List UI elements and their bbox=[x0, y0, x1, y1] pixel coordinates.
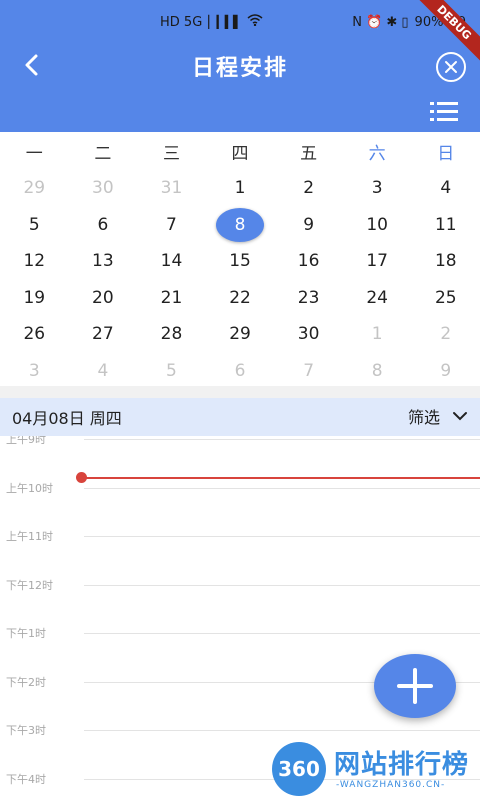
calendar-day[interactable]: 14 bbox=[137, 243, 206, 279]
calendar-day[interactable]: 22 bbox=[206, 280, 275, 316]
calendar-day[interactable]: 29 bbox=[0, 170, 69, 206]
page-title: 日程安排 bbox=[191, 56, 288, 81]
hour-line bbox=[84, 487, 480, 489]
current-time-line bbox=[84, 477, 480, 479]
hour-line bbox=[84, 584, 480, 586]
filter-label: 筛选 bbox=[407, 408, 440, 427]
weekday-label: 四 bbox=[231, 143, 249, 164]
calendar-day[interactable]: 8 bbox=[343, 353, 412, 389]
weekday-header: 一二三四五六日 bbox=[0, 132, 480, 170]
weekday-label: 五 bbox=[300, 143, 318, 164]
calendar-day[interactable]: 24 bbox=[343, 280, 412, 316]
calendar-day[interactable]: 20 bbox=[69, 280, 138, 316]
calendar-day[interactable]: 3 bbox=[0, 353, 69, 389]
hour-label: 下午2时 bbox=[6, 675, 46, 689]
calendar-day[interactable]: 11 bbox=[411, 207, 480, 243]
watermark-name: 网站排行榜 bbox=[334, 750, 470, 780]
month-calendar: 一二三四五六日 29 30 31 1 2 3 4 5 6 7 8 9 10 11 12 13 14 15 16 17 1… bbox=[0, 132, 480, 389]
calendar-day[interactable]: 31 bbox=[137, 170, 206, 206]
hour-label: 下午4时 bbox=[6, 772, 46, 786]
signal-icon: ▏▎▍▌ bbox=[208, 15, 242, 29]
calendar-day[interactable]: 21 bbox=[137, 280, 206, 316]
calendar-day[interactable]: 15 bbox=[206, 243, 275, 279]
calendar-day[interactable]: 12 bbox=[0, 243, 69, 279]
calendar-day[interactable]: 2 bbox=[411, 316, 480, 352]
chevron-down-icon bbox=[453, 412, 467, 421]
calendar-day[interactable]: 26 bbox=[0, 316, 69, 352]
hour-line bbox=[84, 633, 480, 634]
calendar-day[interactable]: 27 bbox=[69, 316, 138, 352]
divider bbox=[0, 386, 480, 398]
plus-icon bbox=[397, 668, 433, 704]
watermark-logo: 360 bbox=[272, 742, 326, 796]
wifi-icon bbox=[247, 14, 263, 30]
selected-date-bar: 04月08日 周四 筛选 bbox=[0, 398, 480, 436]
calendar-day[interactable]: 16 bbox=[274, 243, 343, 279]
selected-date: 04月08日 周四 bbox=[12, 409, 122, 428]
calendar-day[interactable]: 1 bbox=[343, 316, 412, 352]
weekday-label: 日 bbox=[437, 143, 455, 164]
weekday-label: 三 bbox=[162, 143, 180, 164]
calendar-day[interactable]: 1 bbox=[206, 170, 275, 206]
close-icon bbox=[445, 61, 457, 73]
calendar-week: 29 30 31 1 2 3 4 bbox=[0, 170, 480, 207]
calendar-week: 12 13 14 15 16 17 18 bbox=[0, 243, 480, 280]
calendar-day[interactable]: 7 bbox=[137, 207, 206, 243]
calendar-day[interactable]: 3 bbox=[343, 170, 412, 206]
calendar-day[interactable]: 17 bbox=[343, 243, 412, 279]
calendar-day[interactable]: 9 bbox=[274, 207, 343, 243]
calendar-week: 5 6 7 8 9 10 11 bbox=[0, 207, 480, 244]
weekday-label: 一 bbox=[25, 143, 43, 164]
calendar-day[interactable]: 23 bbox=[274, 280, 343, 316]
hour-line bbox=[84, 439, 480, 440]
calendar-day[interactable]: 4 bbox=[411, 170, 480, 206]
calendar-day[interactable]: 4 bbox=[69, 353, 138, 389]
close-button[interactable] bbox=[436, 52, 466, 82]
calendar-day[interactable]: 5 bbox=[0, 207, 69, 243]
calendar-day[interactable]: 9 bbox=[411, 353, 480, 389]
watermark: 360 网站排行榜 -WANGZHAN360.CN- bbox=[268, 738, 480, 800]
calendar-grid: 29 30 31 1 2 3 4 5 6 7 8 9 10 11 12 13 14 15 16 17 18 19 20 21 2… bbox=[0, 170, 480, 389]
watermark-url: -WANGZHAN360.CN- bbox=[336, 780, 446, 790]
calendar-day-selected[interactable]: 8 bbox=[206, 207, 275, 243]
weekday-label: 二 bbox=[94, 143, 112, 164]
hour-label: 上午11时 bbox=[6, 530, 53, 543]
hour-label: 上午10时 bbox=[6, 481, 53, 495]
filter-button[interactable]: 筛选 bbox=[408, 404, 468, 428]
calendar-day[interactable]: 25 bbox=[411, 280, 480, 316]
add-event-button[interactable] bbox=[374, 654, 456, 718]
hour-label: 下午1时 bbox=[6, 627, 46, 640]
list-menu-icon bbox=[430, 102, 458, 121]
calendar-day[interactable]: 5 bbox=[137, 353, 206, 389]
hour-line bbox=[84, 536, 480, 537]
list-menu-button[interactable] bbox=[430, 100, 458, 124]
hour-label: 下午3时 bbox=[6, 724, 46, 737]
calendar-day[interactable]: 18 bbox=[411, 243, 480, 279]
calendar-day[interactable]: 6 bbox=[69, 207, 138, 243]
calendar-week: 19 20 21 22 23 24 25 bbox=[0, 280, 480, 317]
calendar-day[interactable]: 30 bbox=[69, 170, 138, 206]
hour-label: 上午9时 bbox=[6, 436, 46, 446]
weekday-label: 六 bbox=[368, 143, 386, 164]
network-badge: HD 5G bbox=[160, 14, 203, 30]
calendar-day[interactable]: 28 bbox=[137, 316, 206, 352]
current-time-dot bbox=[76, 472, 87, 483]
calendar-day[interactable]: 29 bbox=[206, 316, 275, 352]
hour-label: 下午12时 bbox=[6, 578, 53, 592]
calendar-day[interactable]: 10 bbox=[343, 207, 412, 243]
hour-line bbox=[84, 730, 480, 731]
calendar-day[interactable]: 2 bbox=[274, 170, 343, 206]
calendar-week: 26 27 28 29 30 1 2 bbox=[0, 316, 480, 353]
calendar-week: 3456789 bbox=[0, 353, 480, 390]
calendar-day[interactable]: 13 bbox=[69, 243, 138, 279]
calendar-day[interactable]: 19 bbox=[0, 280, 69, 316]
calendar-day[interactable]: 7 bbox=[274, 353, 343, 389]
calendar-day[interactable]: 30 bbox=[274, 316, 343, 352]
app-header: HD 5G ▏▎▍▌ N ⏰ ✱ ▯ 90% 09 DEBUG 日程安排 bbox=[0, 0, 480, 132]
status-icons: N ⏰ ✱ ▯ bbox=[352, 14, 409, 30]
calendar-day[interactable]: 6 bbox=[206, 353, 275, 389]
